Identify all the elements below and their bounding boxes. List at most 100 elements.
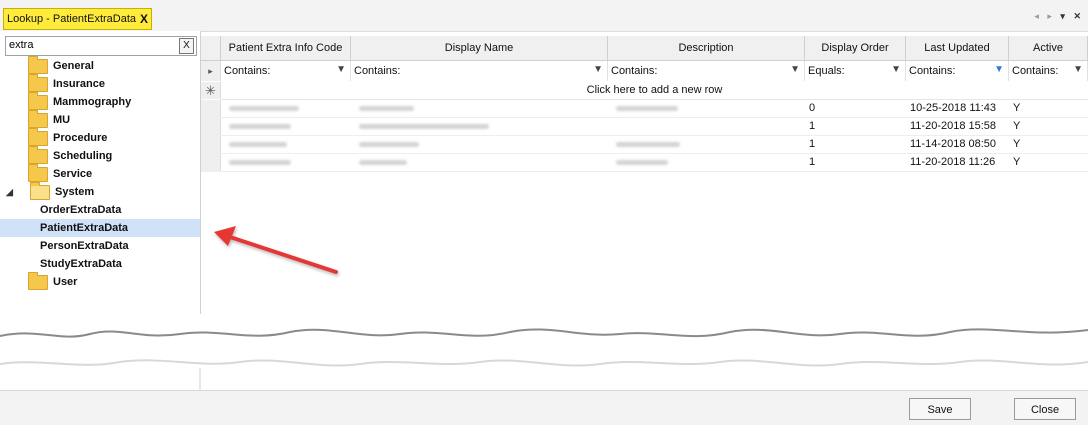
scroll-right-icon[interactable]: ▸ — [1047, 11, 1055, 21]
redacted-cell — [612, 154, 809, 171]
redacted-text — [359, 141, 419, 147]
column-filter-cell[interactable]: Contains: ▼ — [1009, 61, 1088, 81]
column-header-display-name[interactable]: Display Name — [351, 36, 608, 60]
column-filter-cell[interactable]: Contains: ▼ — [608, 61, 805, 81]
tab-bar: Lookup - PatientExtraData X ◂ ▸ ▾ ✕ — [0, 0, 1088, 32]
table-row[interactable]: 1 11-14-2018 08:50 Y — [201, 136, 1088, 154]
tree-folder-label: Insurance — [53, 78, 105, 90]
tree-folder-label: Procedure — [53, 132, 108, 144]
tree-folder-label: Scheduling — [53, 150, 113, 162]
tree-folder-user[interactable]: User — [0, 271, 200, 291]
column-header-patient-extra-info-code[interactable]: Patient Extra Info Code — [221, 36, 351, 60]
tree-search-box: X — [5, 36, 197, 56]
cell-order: 0 — [809, 102, 816, 114]
column-header-description[interactable]: Description — [608, 36, 805, 60]
new-row-icon: ✳ — [201, 82, 221, 99]
filter-funnel-icon[interactable]: ▼ — [891, 64, 901, 75]
tree-folder-service[interactable]: Service — [0, 163, 200, 183]
folder-icon — [28, 109, 48, 128]
filter-operator-label[interactable]: Contains: — [909, 65, 955, 77]
filter-funnel-icon[interactable]: ▼ — [994, 64, 1004, 75]
table-row[interactable]: 1 11-20-2018 11:26 Y — [201, 154, 1088, 172]
column-filter-cell[interactable]: Contains: ▼ — [351, 61, 608, 81]
redacted-cell — [225, 154, 355, 171]
tree-folder-mu[interactable]: MU — [0, 109, 200, 129]
tree-folder-label: User — [53, 276, 78, 288]
redacted-text — [616, 105, 678, 111]
clear-search-button[interactable]: X — [179, 38, 194, 54]
redacted-cell — [225, 136, 355, 153]
cell-updated: 10-25-2018 11:43 — [910, 102, 997, 114]
cell-order: 1 — [809, 156, 816, 168]
tree-folder-label: Mammography — [53, 96, 132, 108]
redacted-text — [229, 141, 287, 147]
table-row[interactable]: 0 10-25-2018 11:43 Y — [201, 100, 1088, 118]
redacted-text — [359, 105, 414, 111]
column-filter-cell[interactable]: Contains: ▼ — [906, 61, 1009, 81]
column-header-display-order[interactable]: Display Order — [805, 36, 906, 60]
redacted-text — [229, 123, 291, 129]
column-filter-cell[interactable]: Equals: ▼ — [805, 61, 906, 81]
tab-lookup-patientextradata[interactable]: Lookup - PatientExtraData X — [3, 8, 153, 30]
folder-icon — [28, 163, 48, 182]
filter-operator-label[interactable]: Contains: — [611, 65, 657, 77]
table-row[interactable]: 1 11-20-2018 15:58 Y — [201, 118, 1088, 136]
tree-item-orderextradata[interactable]: OrderExtraData — [0, 201, 200, 219]
redacted-cell — [612, 100, 809, 117]
folder-icon — [28, 145, 48, 164]
action-bar: Save Close — [0, 390, 1088, 425]
filter-operator-label[interactable]: Contains: — [224, 65, 270, 77]
tab-menu-icon[interactable]: ▾ — [1060, 11, 1068, 21]
lookup-tree: General Insurance Mammography MU Procedure Sc… — [0, 55, 200, 291]
close-button[interactable]: Close — [1014, 398, 1076, 420]
redacted-text — [616, 141, 680, 147]
filter-funnel-icon[interactable]: ▼ — [336, 64, 346, 75]
tree-search-input[interactable] — [6, 37, 177, 53]
filter-funnel-icon[interactable]: ▼ — [593, 64, 603, 75]
save-button[interactable]: Save — [909, 398, 971, 420]
column-filter-cell[interactable]: Contains: ▼ — [221, 61, 351, 81]
tree-folder-label: General — [53, 60, 94, 72]
filter-funnel-icon[interactable]: ▼ — [1073, 64, 1083, 75]
tree-folder-label: MU — [53, 114, 71, 126]
folder-icon — [28, 55, 48, 74]
collapse-icon[interactable]: ◢ — [6, 187, 26, 198]
cell-order: 1 — [809, 120, 816, 132]
add-new-row[interactable]: Click here to add a new row — [221, 82, 1088, 100]
filter-operator-label[interactable]: Contains: — [1012, 65, 1058, 77]
folder-icon — [28, 73, 48, 92]
row-selector[interactable] — [201, 136, 221, 153]
redacted-cell — [355, 100, 612, 117]
redacted-text — [229, 105, 299, 111]
tree-folder-insurance[interactable]: Insurance — [0, 73, 200, 93]
redacted-text — [359, 159, 407, 165]
column-header-last-updated[interactable]: Last Updated — [906, 36, 1009, 60]
row-selector[interactable] — [201, 118, 221, 135]
tree-folder-mammography[interactable]: Mammography — [0, 91, 200, 111]
redacted-text — [229, 159, 291, 165]
window-controls: ◂ ▸ ▾ ✕ — [1034, 11, 1084, 22]
redacted-text — [359, 123, 489, 129]
filter-funnel-icon[interactable]: ▼ — [790, 64, 800, 75]
tab-close-icon[interactable]: X — [140, 12, 148, 26]
tree-folder-label: Service — [53, 168, 93, 180]
tree-folder-procedure[interactable]: Procedure — [0, 127, 200, 147]
column-header-active[interactable]: Active — [1009, 36, 1088, 60]
row-selector[interactable] — [201, 100, 221, 117]
redacted-cell — [355, 136, 612, 153]
cell-order: 1 — [809, 138, 816, 150]
row-selector[interactable] — [201, 154, 221, 171]
redacted-cell — [612, 136, 809, 153]
window-close-icon[interactable]: ✕ — [1073, 11, 1084, 21]
tree-folder-system[interactable]: ◢ System — [0, 181, 200, 201]
tree-folder-general[interactable]: General — [0, 55, 200, 75]
filter-operator-label[interactable]: Equals: — [808, 65, 845, 77]
tree-item-personextradata[interactable]: PersonExtraData — [0, 237, 200, 255]
redacted-cell — [612, 118, 809, 135]
tree-item-patientextradata[interactable]: PatientExtraData — [0, 219, 200, 237]
cell-active: Y — [1013, 156, 1021, 168]
tree-item-studyextradata[interactable]: StudyExtraData — [0, 255, 200, 273]
tree-folder-scheduling[interactable]: Scheduling — [0, 145, 200, 165]
scroll-left-icon[interactable]: ◂ — [1034, 11, 1042, 21]
filter-operator-label[interactable]: Contains: — [354, 65, 400, 77]
